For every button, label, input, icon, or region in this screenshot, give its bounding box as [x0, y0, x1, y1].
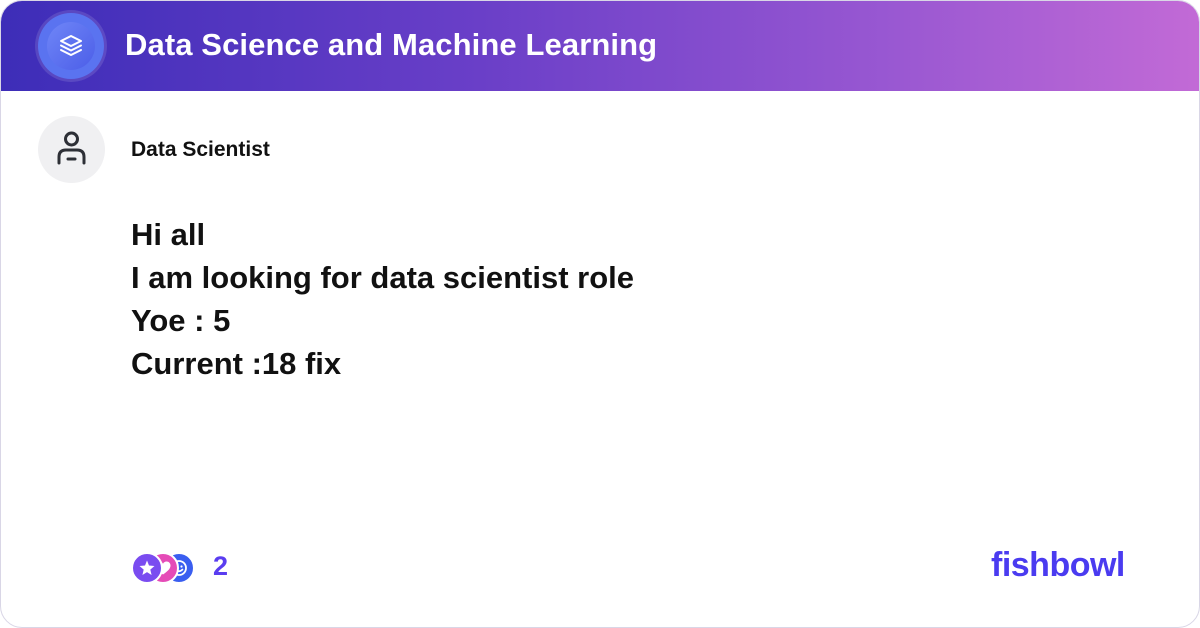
post-line: I am looking for data scientist role	[131, 260, 634, 295]
user-icon	[57, 131, 86, 165]
author-name[interactable]: Data Scientist	[131, 137, 270, 163]
bowl-logo[interactable]	[38, 13, 104, 79]
bowl-title[interactable]: Data Science and Machine Learning	[125, 23, 657, 67]
avatar[interactable]	[38, 116, 105, 183]
star-reaction-icon	[131, 552, 163, 584]
post-line: Current :18 fix	[131, 346, 342, 381]
header-bar: Data Science and Machine Learning	[1, 1, 1199, 91]
post-card: Data Science and Machine Learning Data S…	[0, 0, 1200, 628]
post-body: Hi all I am looking for data scientist r…	[131, 213, 1031, 385]
post-line: Yoe : 5	[131, 303, 231, 338]
layers-icon	[60, 35, 82, 56]
post-line: Hi all	[131, 217, 206, 252]
reaction-count: 2	[213, 551, 229, 581]
fishbowl-logo[interactable]: fishbowl	[991, 545, 1125, 585]
